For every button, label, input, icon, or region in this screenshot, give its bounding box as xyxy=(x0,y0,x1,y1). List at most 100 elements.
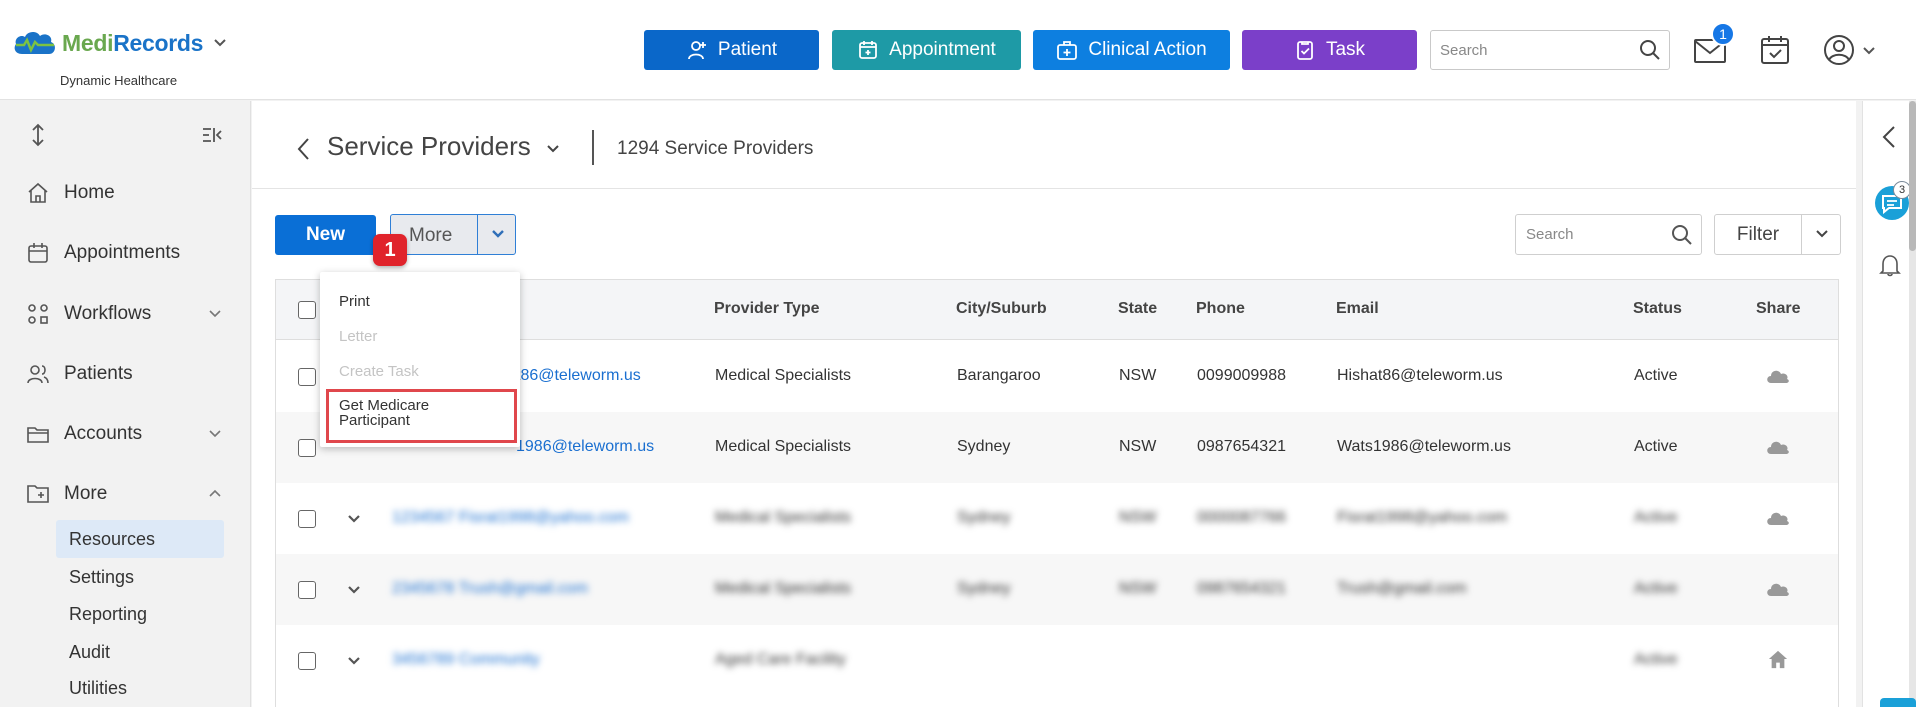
button-separator xyxy=(477,215,478,254)
sidebar-item-workflows[interactable]: Workflows xyxy=(0,294,251,334)
column-header-email[interactable]: Email xyxy=(1336,300,1379,318)
new-button[interactable]: New xyxy=(275,215,376,255)
sidebar-item-label: More xyxy=(64,483,108,504)
table-row[interactable]: 2345678 Trush@gmail.com Medical Speciali… xyxy=(276,554,1838,625)
home-icon xyxy=(28,182,48,203)
chevron-down-icon xyxy=(209,310,221,318)
app-logo[interactable]: MediRecords xyxy=(12,28,227,58)
chevron-left-icon[interactable] xyxy=(1879,125,1899,149)
chevron-down-icon[interactable] xyxy=(346,653,362,669)
cloud-logo-icon xyxy=(14,31,55,54)
status-cell: Active xyxy=(1634,580,1678,597)
row-checkbox[interactable] xyxy=(298,510,316,528)
chevron-down-icon[interactable] xyxy=(213,36,227,50)
filter-button[interactable]: Filter xyxy=(1714,214,1841,255)
more-button-label: More xyxy=(409,225,453,246)
status-cell: Active xyxy=(1634,367,1678,384)
phone-cell: 0987654321 xyxy=(1197,580,1286,597)
new-appointment-button[interactable]: Appointment xyxy=(832,30,1021,70)
new-clinical-action-button[interactable]: Clinical Action xyxy=(1033,30,1230,70)
state-cell: NSW xyxy=(1119,580,1157,597)
help-widget-tab[interactable] xyxy=(1880,698,1916,707)
more-dropdown-button[interactable]: More xyxy=(390,214,516,255)
sidebar-item-label: Workflows xyxy=(64,303,152,324)
scrollbar-thumb[interactable] xyxy=(1909,101,1916,251)
workflow-icon xyxy=(28,304,48,324)
record-count: 1294 Service Providers xyxy=(617,138,814,159)
provider-name-link[interactable]: 1234567 Fisrat1998@yahoo.com xyxy=(392,509,629,527)
cloud-share-icon[interactable] xyxy=(1765,508,1791,528)
menu-item-print[interactable]: Print xyxy=(339,293,370,310)
folder-plus-icon xyxy=(27,485,49,503)
chevron-down-icon[interactable] xyxy=(1814,226,1830,242)
bell-icon[interactable] xyxy=(1879,253,1901,277)
home-share-icon[interactable] xyxy=(1765,649,1791,669)
chevron-left-icon[interactable] xyxy=(296,137,310,161)
email-cell: Hishat86@teleworm.us xyxy=(1337,367,1503,384)
sidebar-subitem-reporting[interactable]: Reporting xyxy=(56,595,224,633)
menu-item-create-task: Create Task xyxy=(339,363,419,380)
column-header-provider-type[interactable]: Provider Type xyxy=(714,300,820,318)
page-scrollbar[interactable] xyxy=(1909,101,1916,707)
clipboard-check-icon xyxy=(1297,41,1313,60)
chevron-down-icon[interactable] xyxy=(346,511,362,527)
phone-cell: 0000087766 xyxy=(1197,509,1286,526)
chevron-down-icon[interactable] xyxy=(1862,44,1876,58)
column-header-city[interactable]: City/Suburb xyxy=(956,300,1047,318)
page-header: Service Providers 1294 Service Providers xyxy=(252,101,1856,189)
sidebar-item-patients[interactable]: Patients xyxy=(0,354,251,394)
new-task-button[interactable]: Task xyxy=(1242,30,1417,70)
cloud-share-icon[interactable] xyxy=(1765,579,1791,599)
column-header-status[interactable]: Status xyxy=(1633,300,1682,318)
calendar-check-icon[interactable] xyxy=(1758,34,1792,66)
organization-name: Dynamic Healthcare xyxy=(60,73,178,88)
chevron-down-icon[interactable] xyxy=(545,141,561,157)
search-icon[interactable] xyxy=(1671,224,1693,246)
sidebar-subitem-audit[interactable]: Audit xyxy=(56,633,224,671)
table-row[interactable]: 3456789 Community Aged Care Facility Act… xyxy=(276,625,1838,696)
column-header-phone[interactable]: Phone xyxy=(1196,300,1245,318)
sidebar-item-accounts[interactable]: Accounts xyxy=(0,414,251,454)
sidebar-subitem-settings[interactable]: Settings xyxy=(56,558,224,596)
users-icon xyxy=(27,365,49,384)
new-patient-button[interactable]: Patient xyxy=(644,30,819,70)
select-all-checkbox[interactable] xyxy=(298,301,316,319)
row-checkbox[interactable] xyxy=(298,439,316,457)
clinical-action-button-label: Clinical Action xyxy=(1088,39,1207,60)
provider-name-link[interactable]: 2345678 Trush@gmail.com xyxy=(392,580,588,598)
calendar-icon xyxy=(28,243,48,263)
table-row[interactable]: 1234567 Fisrat1998@yahoo.com Medical Spe… xyxy=(276,483,1838,554)
global-search-input[interactable] xyxy=(1431,31,1631,69)
row-checkbox[interactable] xyxy=(298,368,316,386)
status-cell: Active xyxy=(1634,438,1678,455)
chevron-down-icon[interactable] xyxy=(490,226,506,242)
state-cell: NSW xyxy=(1119,367,1157,384)
sidebar-item-appointments[interactable]: Appointments xyxy=(0,233,251,273)
row-checkbox[interactable] xyxy=(298,652,316,670)
phone-cell: 0099009988 xyxy=(1197,367,1286,384)
row-checkbox[interactable] xyxy=(298,581,316,599)
cloud-share-icon[interactable] xyxy=(1765,366,1791,386)
sidebar-item-more[interactable]: More xyxy=(0,474,251,514)
right-rail: 3 xyxy=(1862,101,1916,707)
sidebar-item-label: Accounts xyxy=(64,423,143,444)
user-avatar-icon[interactable] xyxy=(1822,34,1856,66)
provider-name-link[interactable]: 3456789 Community xyxy=(392,651,540,669)
appointment-button-label: Appointment xyxy=(889,39,996,60)
provider-name-link[interactable]: 1986@teleworm.us xyxy=(516,438,654,456)
cloud-share-icon[interactable] xyxy=(1765,437,1791,457)
column-header-state[interactable]: State xyxy=(1118,300,1157,318)
sidebar-subitem-utilities[interactable]: Utilities xyxy=(56,669,224,707)
sidebar-subitem-resources[interactable]: Resources xyxy=(56,520,224,558)
chevron-down-icon[interactable] xyxy=(346,582,362,598)
page-title[interactable]: Service Providers xyxy=(327,131,531,162)
medical-kit-icon xyxy=(1057,41,1078,60)
search-icon[interactable] xyxy=(1639,39,1661,61)
reorder-arrows-icon[interactable] xyxy=(27,123,49,147)
collapse-sidebar-icon[interactable] xyxy=(201,123,223,147)
more-actions-menu: Print Letter Create Task Get Medicare Pa… xyxy=(320,272,520,447)
email-cell: Wats1986@teleworm.us xyxy=(1337,438,1511,455)
list-search-input[interactable] xyxy=(1516,215,1666,254)
sidebar-item-home[interactable]: Home xyxy=(0,173,251,213)
provider-name-link[interactable]: t86@teleworm.us xyxy=(516,367,641,385)
